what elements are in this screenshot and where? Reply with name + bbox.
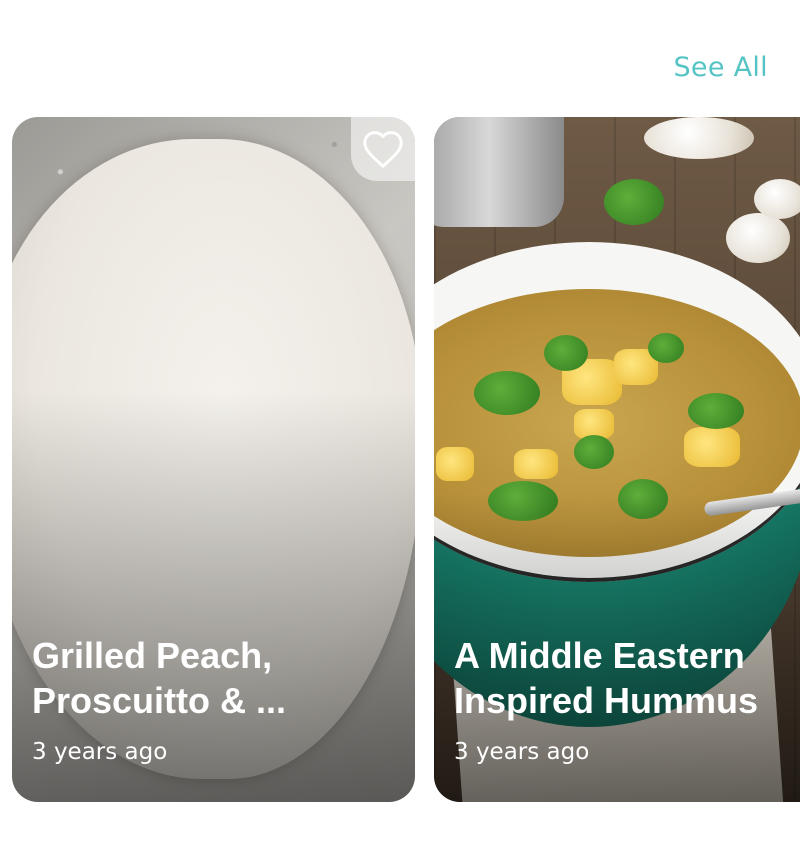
recipe-timestamp: 3 years ago	[454, 739, 590, 765]
see-all-link[interactable]: See All	[673, 52, 768, 83]
recipe-card[interactable]: Grilled Peach, Proscuitto & ... 3 years …	[12, 117, 415, 802]
recipes-carousel-section: See All Grilled Peach, Proscuitto & ... …	[0, 0, 800, 858]
recipe-title: Grilled Peach, Proscuitto & ...	[32, 635, 287, 721]
recipe-title: A Middle Eastern Inspired Hummus	[454, 635, 759, 721]
recipe-card[interactable]: A Middle Eastern Inspired Hummus 3 years…	[434, 117, 800, 802]
heart-outline-icon	[363, 131, 403, 168]
recipe-timestamp: 3 years ago	[32, 739, 168, 765]
favorite-button[interactable]	[351, 117, 415, 181]
